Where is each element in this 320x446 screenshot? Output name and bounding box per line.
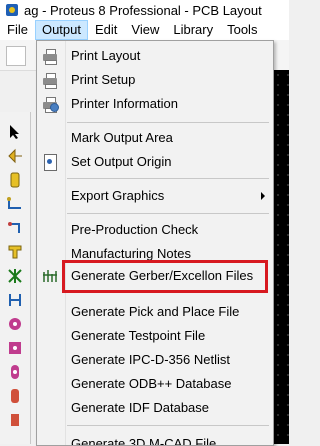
menu-separator — [67, 213, 269, 214]
menu-item-print-setup[interactable]: Print Setup — [37, 69, 273, 91]
gerber-highlight-box — [62, 260, 268, 293]
menu-item-generate-odb[interactable]: Generate ODB++ Database — [37, 373, 273, 395]
menu-item-generate-pick-and-place[interactable]: Generate Pick and Place File — [37, 301, 273, 323]
menu-item-label: Manufacturing Notes — [71, 246, 191, 261]
package-icon[interactable] — [7, 172, 23, 188]
menu-item-label: Generate Pick and Place File — [71, 304, 240, 319]
menu-library[interactable]: Library — [166, 20, 220, 40]
menu-separator — [67, 178, 269, 179]
smt-pad-icon[interactable] — [7, 412, 23, 428]
menu-item-label: Generate IPC-D-356 Netlist — [71, 352, 230, 367]
menu-item-label: Generate 3D M-CAD File — [71, 436, 217, 446]
menu-item-label: Mark Output Area — [71, 130, 173, 145]
component-icon[interactable] — [7, 148, 23, 164]
menu-edit[interactable]: Edit — [88, 20, 124, 40]
menu-item-generate-ipc-netlist[interactable]: Generate IPC-D-356 Netlist — [37, 349, 273, 371]
menu-view[interactable]: View — [124, 20, 166, 40]
menu-separator — [67, 122, 269, 123]
printer-settings-icon — [42, 96, 59, 113]
new-file-icon[interactable] — [6, 46, 26, 66]
proteus-app-icon — [6, 4, 18, 16]
selection-arrow-icon[interactable] — [7, 124, 23, 140]
zone-icon[interactable] — [7, 244, 23, 260]
submenu-arrow-icon — [261, 192, 265, 200]
pcb-canvas[interactable] — [273, 70, 289, 444]
menu-item-label: Set Output Origin — [71, 154, 172, 169]
menu-item-printer-information[interactable]: Printer Information — [37, 93, 273, 115]
menu-item-mark-output-area[interactable]: Mark Output Area — [37, 127, 273, 149]
menu-item-label: Generate Testpoint File — [71, 328, 206, 343]
round-pad-icon[interactable] — [7, 316, 23, 332]
origin-icon — [42, 154, 58, 171]
menu-output[interactable]: Output — [34, 20, 88, 40]
track-icon[interactable] — [7, 196, 23, 212]
menu-item-export-graphics[interactable]: Export Graphics — [37, 185, 273, 207]
printer-icon — [42, 72, 58, 89]
menu-item-label: Print Layout — [71, 48, 141, 63]
menu-item-label: Export Graphics — [71, 188, 165, 203]
title-bar: ag - Proteus 8 Professional - PCB Layout — [0, 0, 289, 20]
window-title: ag - Proteus 8 Professional - PCB Layout — [24, 2, 262, 18]
menu-file[interactable]: File — [0, 20, 35, 40]
gerber-icon — [42, 268, 58, 284]
menu-bar: File Output Edit View Library Tools — [0, 20, 289, 40]
via-icon[interactable] — [7, 220, 23, 236]
menu-tools[interactable]: Tools — [220, 20, 264, 40]
menu-item-label: Pre-Production Check — [71, 222, 199, 237]
menu-item-print-layout[interactable]: Print Layout — [37, 45, 273, 67]
menu-item-label: Printer Information — [71, 96, 178, 111]
ratsnest-icon[interactable] — [7, 268, 23, 284]
menu-separator — [67, 425, 269, 426]
dil-pad-icon[interactable] — [7, 364, 23, 380]
menu-item-label: Generate ODB++ Database — [71, 376, 232, 391]
printer-icon — [42, 48, 58, 65]
tool-palette — [0, 112, 31, 444]
menu-item-generate-idf[interactable]: Generate IDF Database — [37, 397, 273, 419]
menu-item-set-output-origin[interactable]: Set Output Origin — [37, 151, 273, 173]
menu-item-generate-3d-mcad[interactable]: Generate 3D M-CAD File — [37, 433, 273, 446]
square-pad-icon[interactable] — [7, 340, 23, 356]
menu-item-generate-testpoint[interactable]: Generate Testpoint File — [37, 325, 273, 347]
menu-item-pre-production-check[interactable]: Pre-Production Check — [37, 219, 273, 241]
edge-pad-icon[interactable] — [7, 388, 23, 404]
output-menu-dropdown: Print Layout Print Setup Printer Informa… — [36, 40, 274, 446]
menu-item-label: Generate IDF Database — [71, 400, 210, 415]
menu-item-label: Print Setup — [71, 72, 136, 87]
connectivity-icon[interactable] — [7, 292, 23, 308]
